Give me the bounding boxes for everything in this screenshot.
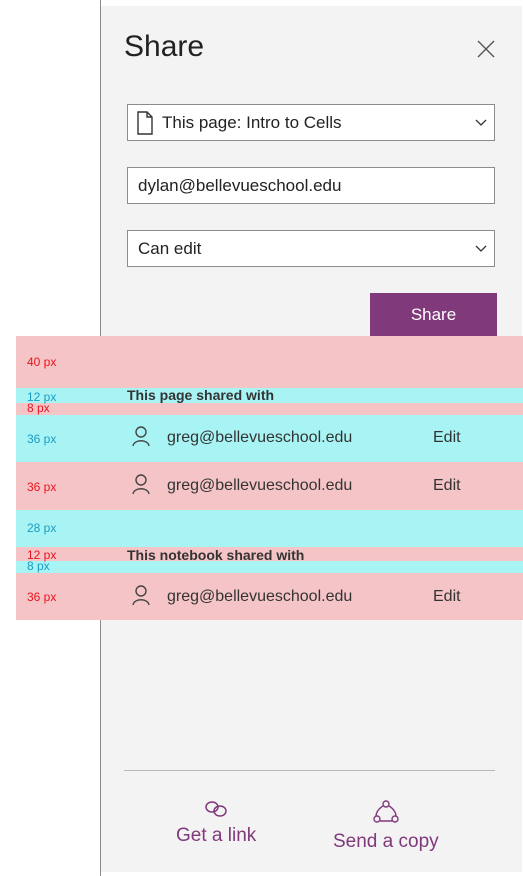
permission-link[interactable]: Edit xyxy=(433,588,495,606)
close-icon[interactable] xyxy=(475,38,497,60)
page-shared-heading: This page shared with xyxy=(127,387,275,403)
chevron-down-icon xyxy=(468,245,494,253)
shared-person-row[interactable]: greg@bellevueschool.edu Edit xyxy=(127,579,495,615)
send-copy-button[interactable]: Send a copy xyxy=(333,800,439,853)
send-copy-icon xyxy=(373,800,399,824)
page-select-value: This page: Intro to Cells xyxy=(162,112,342,132)
person-email: greg@bellevueschool.edu xyxy=(167,588,353,605)
get-link-button[interactable]: Get a link xyxy=(176,800,256,847)
get-link-label: Get a link xyxy=(176,825,257,846)
person-icon xyxy=(127,584,159,611)
shared-person-row[interactable]: greg@bellevueschool.edu Edit xyxy=(127,420,495,456)
panel-title: Share xyxy=(124,30,205,63)
person-email: greg@bellevueschool.edu xyxy=(167,477,353,494)
spacing-label: 8 px xyxy=(27,559,50,573)
link-icon xyxy=(203,800,229,818)
spacing-label: 40 px xyxy=(27,355,57,369)
permission-select-value: Can edit xyxy=(138,238,202,258)
spacing-label: 28 px xyxy=(27,521,57,535)
spacing-label: 36 px xyxy=(27,480,57,494)
notebook-shared-heading: This notebook shared with xyxy=(127,547,305,563)
page-select[interactable]: This page: Intro to Cells xyxy=(127,104,495,141)
footer-divider xyxy=(124,770,495,771)
shared-person-row[interactable]: greg@bellevueschool.edu Edit xyxy=(127,468,495,504)
person-icon xyxy=(127,473,159,500)
person-email: greg@bellevueschool.edu xyxy=(167,429,353,446)
email-field[interactable]: dylan@bellevueschool.edu xyxy=(127,167,495,204)
share-button[interactable]: Share xyxy=(370,293,497,337)
spacing-label: 36 px xyxy=(27,432,57,446)
permission-link[interactable]: Edit xyxy=(433,429,495,447)
person-icon xyxy=(127,425,159,452)
spacing-label: 36 px xyxy=(27,590,57,604)
permission-link[interactable]: Edit xyxy=(433,477,495,495)
permission-select[interactable]: Can edit xyxy=(127,230,495,267)
email-field-value: dylan@bellevueschool.edu xyxy=(138,175,342,195)
spacing-band-40 xyxy=(16,336,523,388)
spacing-band-28 xyxy=(16,510,523,547)
page-icon xyxy=(128,110,154,135)
spacing-band-8 xyxy=(16,403,523,415)
spacing-label: 8 px xyxy=(27,401,50,415)
send-copy-label: Send a copy xyxy=(333,831,439,852)
chevron-down-icon xyxy=(468,119,494,127)
